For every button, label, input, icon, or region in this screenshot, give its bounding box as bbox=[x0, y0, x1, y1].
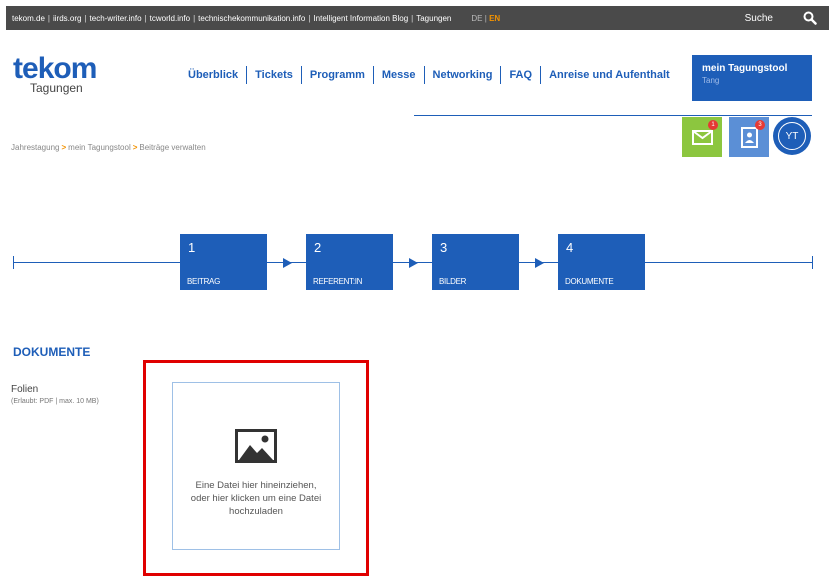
breadcrumb-jahrestagung[interactable]: Jahrestagung bbox=[11, 143, 59, 152]
nav-underline bbox=[414, 115, 812, 116]
breadcrumb-separator: > bbox=[132, 143, 138, 152]
lang-de-link[interactable]: DE bbox=[471, 14, 482, 23]
step-dokumente[interactable]: 4 DOKUMENTE bbox=[558, 234, 645, 290]
breadcrumb-tagungstool[interactable]: mein Tagungstool bbox=[68, 143, 131, 152]
toplink-tekom[interactable]: tekom.de bbox=[12, 14, 45, 23]
tekom-logo[interactable]: tekom Tagungen bbox=[13, 54, 97, 95]
field-hint: (Erlaubt: PDF | max. 10 MB) bbox=[11, 398, 99, 405]
tagungstool-title: mein Tagungstool bbox=[702, 63, 788, 74]
nav-item-programm[interactable]: Programm bbox=[302, 69, 373, 81]
field-label-folien: Folien bbox=[11, 384, 39, 395]
toplink-tagungen[interactable]: Tagungen bbox=[416, 14, 451, 23]
dropzone-instructions: Eine Datei hier hineinziehen, oder hier … bbox=[181, 479, 331, 518]
breadcrumb-current: Beiträge verwalten bbox=[139, 143, 206, 152]
contacts-badge: 3 bbox=[755, 120, 765, 130]
lang-en-link[interactable]: EN bbox=[489, 14, 500, 23]
step-number: 4 bbox=[566, 240, 574, 255]
nav-item-networking[interactable]: Networking bbox=[425, 69, 501, 81]
separator: | bbox=[84, 13, 87, 23]
step-number: 2 bbox=[314, 240, 322, 255]
toplink-blog[interactable]: Intelligent Information Blog bbox=[313, 14, 408, 23]
nav-item-anreise[interactable]: Anreise und Aufenthalt bbox=[541, 69, 678, 81]
step-bilder[interactable]: 3 BILDER bbox=[432, 234, 519, 290]
step-arrow-icon bbox=[535, 258, 544, 268]
toplink-technischekommunikation[interactable]: technischekommunikation.info bbox=[198, 14, 305, 23]
avatar[interactable]: YT bbox=[773, 117, 811, 155]
dropzone-line: Eine Datei hier hineinziehen, bbox=[195, 480, 317, 491]
separator: | bbox=[308, 13, 311, 23]
nav-item-messe[interactable]: Messe bbox=[374, 69, 424, 81]
nav-item-tickets[interactable]: Tickets bbox=[247, 69, 301, 81]
breadcrumb-separator: > bbox=[61, 143, 67, 152]
progress-line-end bbox=[812, 256, 813, 269]
step-arrow-icon bbox=[409, 258, 418, 268]
step-label: BILDER bbox=[439, 277, 467, 286]
separator: | bbox=[193, 13, 196, 23]
nav-item-ueberblick[interactable]: Überblick bbox=[180, 69, 246, 81]
step-number: 1 bbox=[188, 240, 196, 255]
messages-button[interactable]: 1 bbox=[682, 117, 722, 157]
top-links: tekom.de | iirds.org | tech-writer.info | t… bbox=[6, 14, 451, 23]
image-icon bbox=[235, 429, 277, 463]
step-referentin[interactable]: 2 REFERENT:IN bbox=[306, 234, 393, 290]
file-dropzone[interactable]: Eine Datei hier hineinziehen, oder hier … bbox=[172, 382, 340, 550]
separator: | bbox=[47, 13, 50, 23]
separator: | bbox=[411, 13, 414, 23]
logo-wordmark: tekom bbox=[13, 54, 97, 84]
breadcrumb: Jahrestagung > mein Tagungstool > Beiträge v… bbox=[11, 143, 206, 152]
messages-badge: 1 bbox=[708, 120, 718, 130]
dropzone-line: hochzuladen bbox=[229, 506, 283, 517]
step-beitrag[interactable]: 1 BEITRAG bbox=[180, 234, 267, 290]
step-label: BEITRAG bbox=[187, 277, 221, 286]
main-nav: Überblick Tickets Programm Messe Network… bbox=[180, 66, 678, 84]
progress-line-start bbox=[13, 256, 14, 269]
nav-item-faq[interactable]: FAQ bbox=[501, 69, 540, 81]
toplink-tech-writer[interactable]: tech-writer.info bbox=[90, 14, 142, 23]
toplink-tcworld[interactable]: tcworld.info bbox=[150, 14, 190, 23]
separator: | bbox=[144, 13, 147, 23]
avatar-initials: YT bbox=[778, 122, 806, 150]
step-number: 3 bbox=[440, 240, 448, 255]
tagungstool-subtitle: Tang bbox=[702, 76, 720, 85]
search-label[interactable]: Suche bbox=[745, 13, 773, 24]
section-title: DOKUMENTE bbox=[13, 345, 91, 359]
lang-separator: | bbox=[484, 13, 487, 23]
step-label: DOKUMENTE bbox=[565, 277, 614, 286]
tagungstool-button[interactable]: mein Tagungstool Tang bbox=[692, 55, 812, 101]
language-switch: DE | EN bbox=[471, 14, 500, 23]
dropzone-line: oder hier klicken um eine Datei bbox=[190, 493, 322, 504]
step-label: REFERENT:IN bbox=[313, 277, 363, 286]
step-arrow-icon bbox=[283, 258, 292, 268]
top-bar: tekom.de | iirds.org | tech-writer.info | t… bbox=[6, 6, 829, 30]
toplink-iirds[interactable]: iirds.org bbox=[53, 14, 81, 23]
search-icon[interactable] bbox=[803, 11, 817, 25]
contacts-button[interactable]: 3 bbox=[729, 117, 769, 157]
